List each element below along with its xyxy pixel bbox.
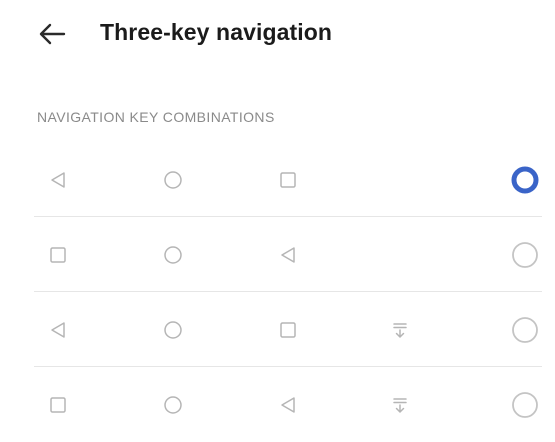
radio-button-selected[interactable] [509,164,541,196]
back-triangle-icon [46,168,70,192]
combination-row[interactable] [0,142,555,217]
section-header: NAVIGATION KEY COMBINATIONS [37,109,275,125]
notification-pulldown-icon [388,393,412,417]
radio-button[interactable] [509,239,541,271]
radio-button[interactable] [509,314,541,346]
notification-pulldown-icon [388,318,412,342]
recents-square-icon [276,168,300,192]
arrow-left-icon [39,23,66,45]
home-circle-icon [161,243,185,267]
radio-button[interactable] [509,389,541,421]
page-title: Three-key navigation [100,19,333,45]
combination-row[interactable] [0,367,555,442]
combination-list [0,142,555,442]
recents-square-icon [46,393,70,417]
combination-row[interactable] [0,217,555,292]
back-button[interactable] [34,18,74,50]
home-circle-icon [161,318,185,342]
app-header: Three-key navigation [0,0,555,70]
back-triangle-icon [276,243,300,267]
back-triangle-icon [276,393,300,417]
home-circle-icon [161,393,185,417]
recents-square-icon [46,243,70,267]
combination-row[interactable] [0,292,555,367]
recents-square-icon [276,318,300,342]
home-circle-icon [161,168,185,192]
back-triangle-icon [46,318,70,342]
